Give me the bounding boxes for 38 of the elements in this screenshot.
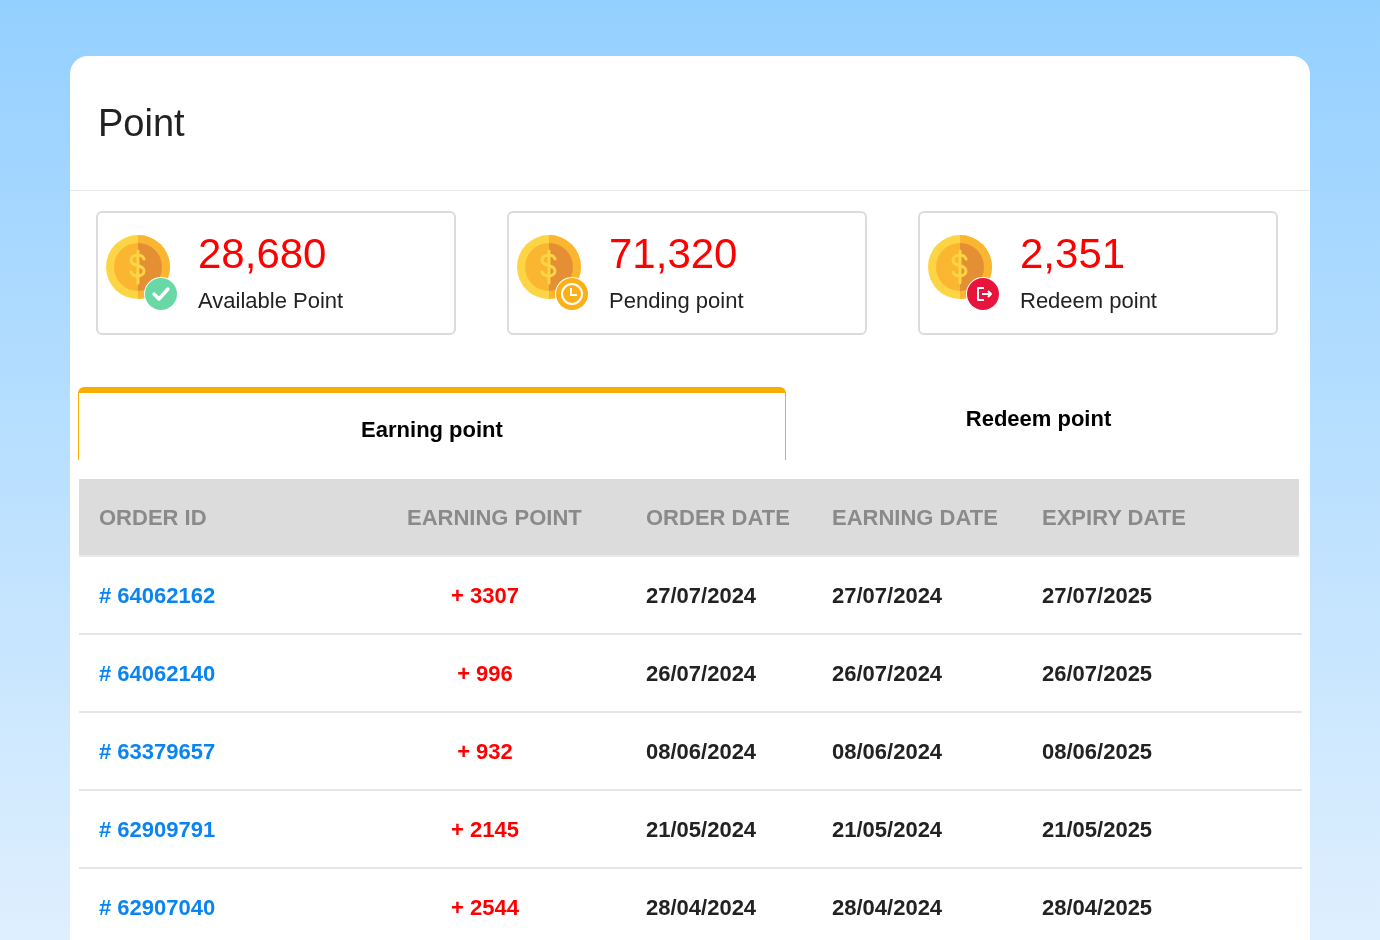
order-id-link[interactable]: # 64062162 [79,582,216,608]
earning-points: + 932 [457,738,513,764]
column-header: EXPIRY DATE [1041,504,1186,530]
column-header: ORDER ID [98,504,207,530]
earning-points: + 2145 [451,816,519,842]
date-cell-text: 26/07/2025 [1041,660,1153,686]
date-cell-text: 08/06/2024 [645,738,757,764]
date-cell-text: 28/04/2024 [645,894,757,920]
earning-points: + 3307 [451,582,519,608]
date-cell-text: 27/07/2024 [831,582,943,608]
date-cell-text: 28/04/2025 [1041,894,1153,920]
point-label: Pending point [609,286,744,315]
point-value: 2,351 [1020,229,1127,278]
date-cell-text: 21/05/2024 [645,816,757,842]
tab[interactable]: Earning point [78,387,786,460]
point-label: Redeem point [1020,286,1157,315]
point-label: Available Point [198,286,344,315]
date-cell-text: 27/07/2025 [1041,582,1153,608]
column-header: EARNING DATE [831,504,998,530]
column-header: EARNING POINT [406,504,582,530]
date-cell-text: 26/07/2024 [645,660,757,686]
earning-points: + 996 [457,660,513,686]
date-cell-text: 08/06/2025 [1041,738,1153,764]
date-cell-text: 26/07/2024 [831,660,943,686]
date-cell-text: 21/05/2025 [1041,816,1153,842]
order-id-link[interactable]: # 63379657 [79,738,216,764]
order-id-link[interactable]: # 62907040 [79,894,216,920]
order-id-link[interactable]: # 64062140 [79,660,216,686]
point-value: 71,320 [609,229,739,278]
order-id-link[interactable]: # 62909791 [79,816,216,842]
date-cell-text: 21/05/2024 [831,816,943,842]
date-cell-text: 27/07/2024 [645,582,757,608]
page-title: Point [98,100,185,146]
date-cell-text: 28/04/2024 [831,894,943,920]
point-value: 28,680 [198,229,328,278]
column-header: ORDER DATE [645,504,790,530]
date-cell-text: 08/06/2024 [831,738,943,764]
earning-points: + 2544 [451,894,519,920]
